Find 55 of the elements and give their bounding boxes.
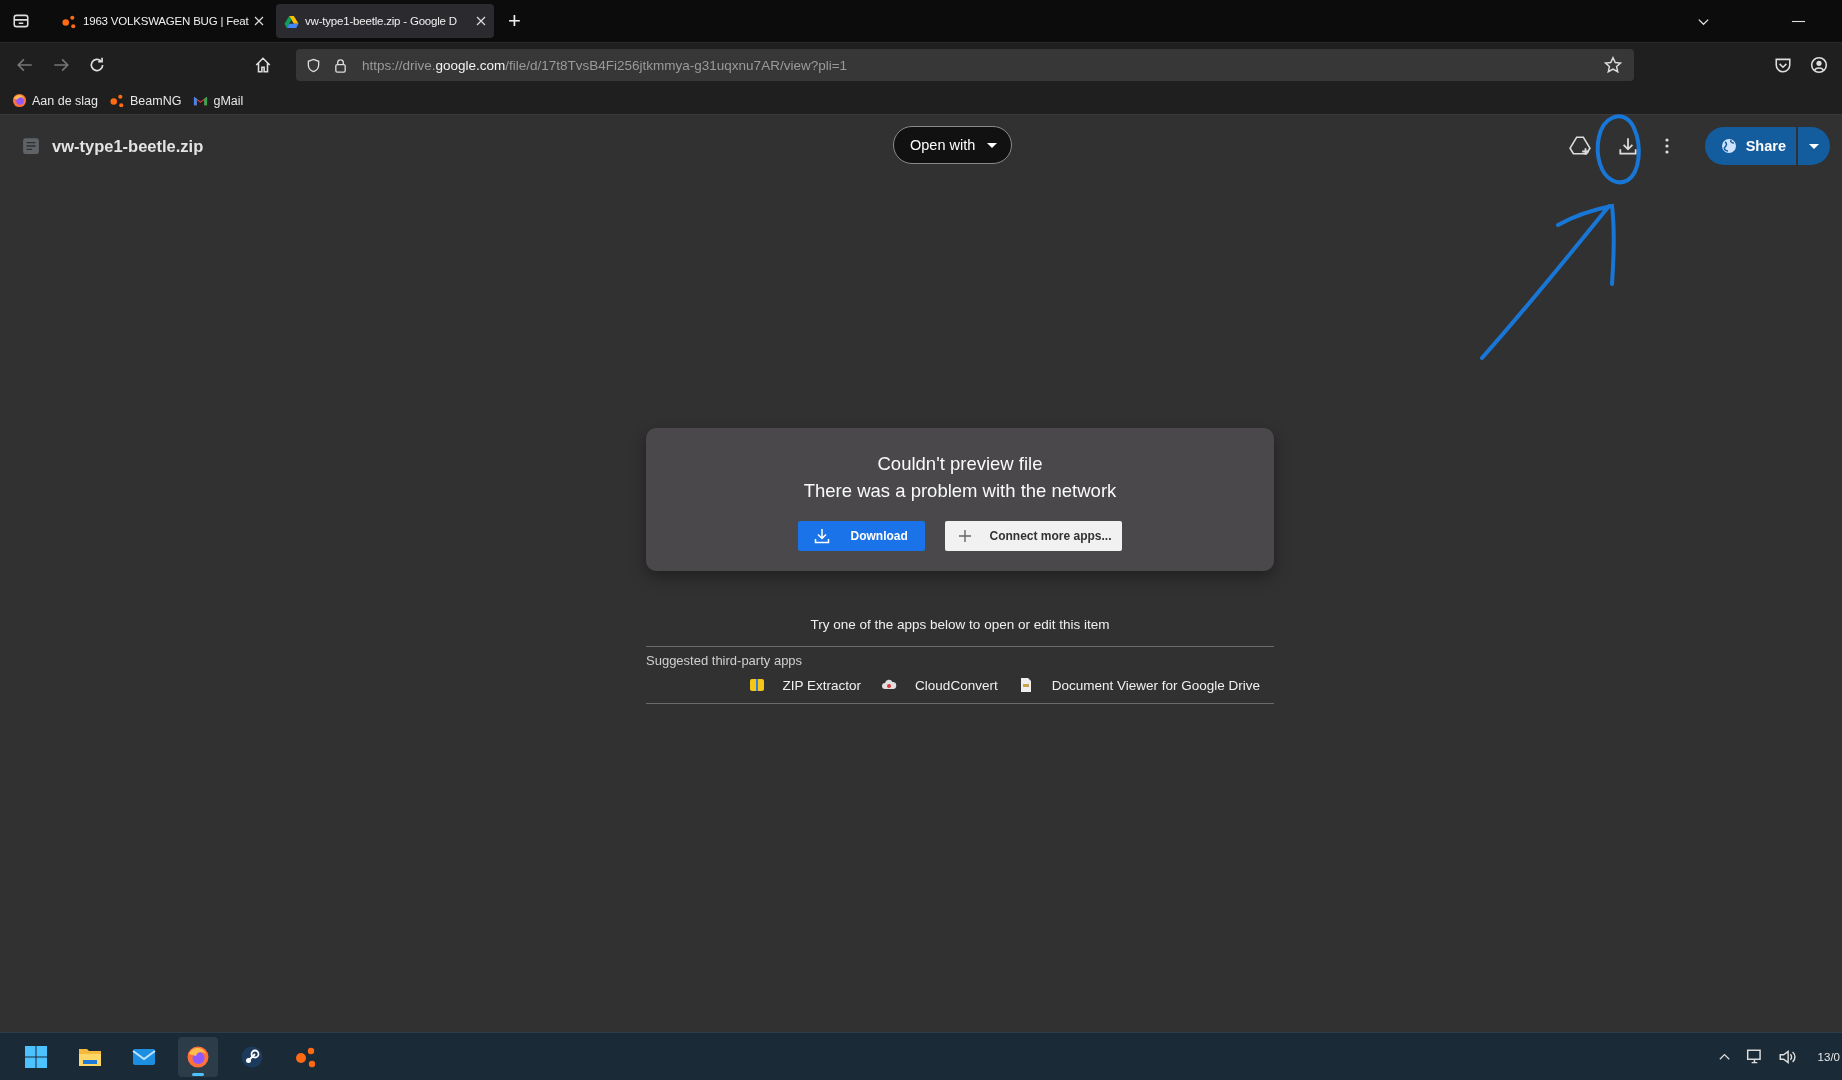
apps-hint-text: Try one of the apps below to open or edit this item [810,617,1110,632]
hand-drawn-circle [1595,114,1641,185]
suggested-app-link[interactable]: Document Viewer for Google Drive [1017,677,1260,693]
globe-icon [1720,138,1737,154]
download-button[interactable]: Download [798,521,926,551]
caret-icon [1809,143,1819,149]
browser-tab[interactable]: vw-type1-beetle.zip - Google D [276,4,494,38]
new-tab-button[interactable]: + [498,10,531,32]
connect-more-apps-button[interactable]: Connect more apps... [945,521,1122,551]
suggested-app-link[interactable]: ZIP Extractor [748,677,862,693]
bookmark-favicon-icon [12,93,27,108]
zip-archive-icon [748,677,765,693]
star-icon[interactable] [1603,56,1622,74]
share-options-button[interactable] [1798,127,1830,165]
file-name: vw-type1-beetle.zip [52,136,204,156]
back-arrow-icon[interactable] [16,56,34,74]
more-options-icon[interactable] [1664,138,1669,154]
home-icon[interactable] [253,56,272,74]
forward-arrow-icon[interactable] [52,56,70,74]
tab-list-icon[interactable] [12,12,30,30]
add-to-drive-icon[interactable] [1568,135,1591,157]
steam-icon[interactable] [240,1044,264,1069]
error-message: There was a problem with the network [803,479,1117,503]
network-icon[interactable] [1745,1047,1764,1066]
close-icon[interactable] [254,16,265,26]
suggested-app-link[interactable]: CloudConvert [881,677,998,693]
browser-tab[interactable]: 1963 VOLKSWAGEN BUG | Feat [54,4,272,38]
url-text: https://drive.google.com/file/d/17t8TvsB4Fi256jtkmmya-g31uqxnu7AR/view?pli=1 [361,57,848,73]
file-icon [22,137,40,155]
clock-date[interactable]: 13/0 [1817,1050,1842,1063]
caret-icon [987,142,998,148]
tab-favicon-icon [284,13,299,29]
bookmark-item[interactable]: Aan de slag [12,93,99,108]
bookmark-item[interactable]: BeamNG [110,93,182,108]
shield-icon[interactable] [305,57,321,73]
close-icon[interactable] [476,16,486,26]
open-with-button[interactable]: Open with [893,126,1013,164]
plus-icon [957,528,974,544]
download-icon[interactable] [1616,135,1639,157]
pocket-icon[interactable] [1774,56,1792,74]
speaker-icon[interactable] [1777,1047,1796,1066]
reload-icon[interactable] [88,56,106,74]
windows-start-icon[interactable] [24,1044,48,1069]
bookmark-favicon-icon [110,93,126,108]
address-bar[interactable]: https://drive.google.com/file/d/17t8TvsB4Fi256jtkmmya-g31uqxnu7AR/view?pli=1 [295,49,1634,81]
tab-favicon-icon [62,13,77,29]
download-icon [814,528,831,544]
bookmark-item[interactable]: gMail [193,93,244,108]
share-button[interactable]: Share [1704,127,1796,165]
account-icon[interactable] [1810,56,1828,74]
error-title: Couldn't preview file [877,452,1043,476]
firefox-icon[interactable] [186,1044,210,1069]
lock-icon [332,57,348,73]
suggested-apps-label: Suggested third-party apps [646,653,804,668]
taskbar-app[interactable] [178,1036,218,1077]
